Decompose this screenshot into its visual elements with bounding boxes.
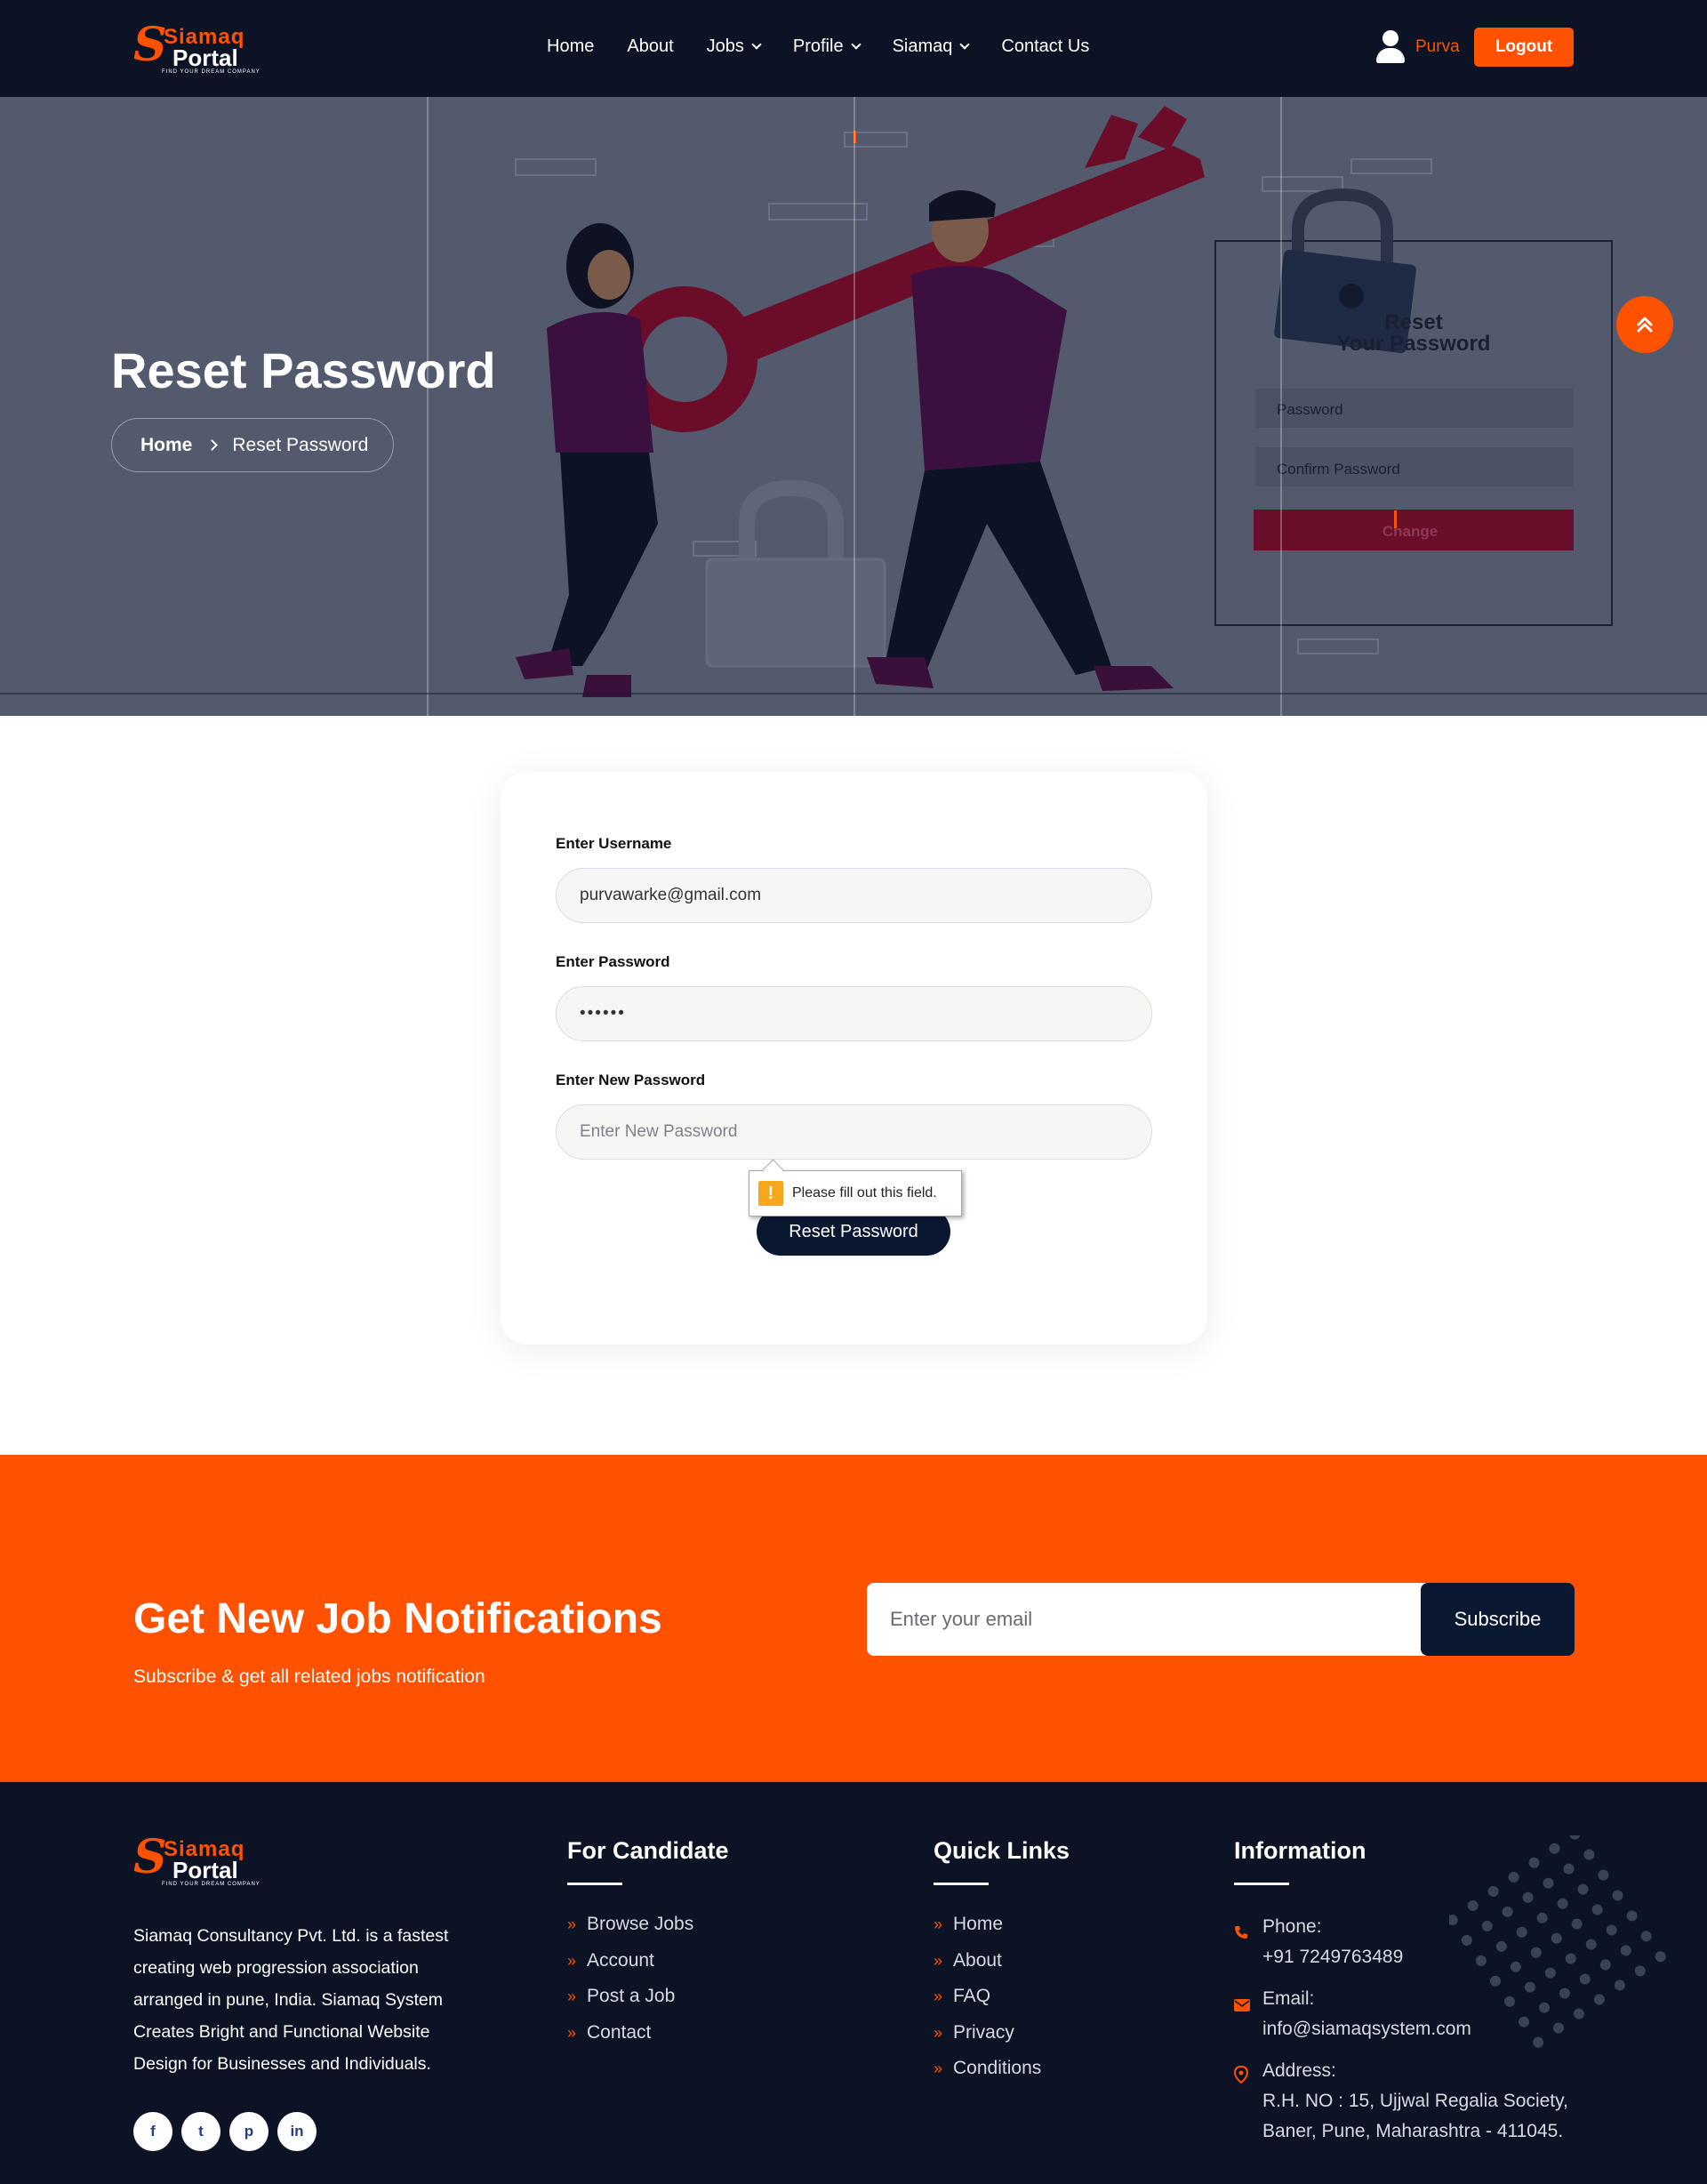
double-chevron-right-icon: » [934,2023,943,2042]
site-footer: S Siamaq Portal FIND YOUR DREAM COMPANY … [0,1782,1707,2184]
footer-candidate-column: For Candidate » Browse Jobs » Account » Pos… [567,1837,729,2058]
title-underline [567,1883,622,1885]
reset-password-card: Enter Username Enter Password Enter New … [501,772,1207,1345]
illustration-password-text: Password [1277,401,1343,418]
twitter-icon[interactable]: t [181,2112,220,2151]
social-links: f t p in [133,2112,317,2151]
footer-quick-links-column: Quick Links » Home » About » FAQ » Privacy »… [934,1837,1070,2094]
site-header: S Siamaq Portal FIND YOUR DREAM COMPANY … [0,0,1707,97]
chevron-down-icon [850,39,862,50]
newsletter-section: Get New Job Notifications Subscribe & ge… [0,1455,1707,1782]
footer-column-title: For Candidate [567,1837,729,1864]
hero-ground-line [0,693,1707,695]
footer-link-post-a-job[interactable]: » Post a Job [567,1986,729,2022]
main-nav: Home About Jobs Profile Siamaq Contact U… [547,36,1122,57]
double-chevron-right-icon: » [934,1951,943,1970]
new-password-field[interactable] [556,1104,1152,1160]
illustration-change-text: Change [1382,523,1438,540]
footer-link-conditions[interactable]: » Conditions [934,2058,1070,2094]
footer-link-browse-jobs[interactable]: » Browse Jobs [567,1914,729,1950]
subscribe-button[interactable]: Subscribe [1421,1583,1575,1656]
footer-link-about[interactable]: » About [934,1950,1070,1987]
footer-address: Address: R.H. NO : 15, Ujjwal Regalia Soc… [1233,2056,1590,2147]
footer-link-account[interactable]: » Account [567,1950,729,1987]
nav-home[interactable]: Home [547,36,594,57]
validation-message: Please fill out this field. [792,1185,937,1200]
hero-divider [854,97,855,716]
hero-divider [427,97,429,716]
password-label: Enter Password [556,953,670,970]
footer-logo[interactable]: S Siamaq Portal FIND YOUR DREAM COMPANY [133,1830,267,1887]
scroll-to-top-button[interactable] [1616,296,1673,353]
hero-divider [1280,97,1282,716]
envelope-icon [1234,1984,1252,2044]
new-password-label: Enter New Password [556,1072,706,1088]
illustration-title-line2: Your Password [1337,332,1491,356]
map-pin-icon [1233,2056,1252,2147]
linkedin-icon[interactable]: in [277,2112,317,2151]
user-icon [1374,30,1406,64]
reset-password-illustration: Reset Your Password Password Confirm Pas… [515,106,1613,697]
breadcrumb: Home Reset Password [111,418,394,472]
double-chevron-right-icon: » [567,1951,577,1970]
decorative-dot-pattern [1449,1835,1666,2048]
double-chevron-right-icon: » [934,1915,943,1933]
password-field[interactable] [556,986,1152,1041]
illustration-title-line1: Reset [1384,310,1442,334]
double-chevron-right-icon: » [934,1987,943,2005]
username-label: Enter Username [556,835,672,852]
chevron-down-icon [751,39,762,50]
double-chevron-right-icon: » [567,2023,577,2042]
breadcrumb-current: Reset Password [232,434,369,455]
page-title: Reset Password [111,342,496,398]
breadcrumb-home-link[interactable]: Home [140,435,192,456]
footer-about-text: Siamaq Consultancy Pvt. Ltd. is a fastes… [133,1926,449,2074]
username-field[interactable] [556,868,1152,923]
newsletter-title: Get New Job Notifications [133,1595,662,1642]
footer-link-privacy[interactable]: » Privacy [934,2022,1070,2059]
double-chevron-right-icon: » [934,2060,943,2077]
chevron-down-icon [959,39,971,50]
footer-link-faq[interactable]: » FAQ [934,1986,1070,2022]
chevron-right-icon [206,439,219,451]
nav-siamaq[interactable]: Siamaq [893,36,971,57]
nav-about[interactable]: About [627,36,673,57]
nav-jobs[interactable]: Jobs [707,36,762,57]
footer-column-title: Quick Links [934,1837,1070,1864]
nav-contact-us[interactable]: Contact Us [1001,36,1089,57]
hero-banner: Reset Your Password Password Confirm Pas… [0,97,1707,716]
double-chevron-right-icon: » [567,1915,577,1933]
nav-profile[interactable]: Profile [793,36,862,57]
newsletter-subtitle: Subscribe & get all related jobs notific… [133,1666,485,1687]
footer-link-home[interactable]: » Home [934,1914,1070,1950]
double-chevron-up-icon [1637,317,1653,333]
footer-link-contact[interactable]: » Contact [567,2022,729,2059]
user-menu[interactable]: Purva [1374,30,1460,64]
logout-button[interactable]: Logout [1474,28,1574,67]
double-chevron-right-icon: » [567,1987,577,2005]
warning-icon: ! [758,1181,783,1206]
illustration-confirm-text: Confirm Password [1277,461,1400,478]
validation-tooltip: ! Please fill out this field. [749,1170,962,1216]
facebook-icon[interactable]: f [133,2112,172,2151]
phone-icon [1234,1912,1252,1972]
pinterest-icon[interactable]: p [229,2112,268,2151]
title-underline [1234,1883,1289,1885]
user-name: Purva [1415,37,1460,56]
newsletter-email-input[interactable] [867,1583,1445,1656]
siamaq-portal-logo[interactable]: S Siamaq Portal FIND YOUR DREAM COMPANY [133,18,267,75]
title-underline [934,1883,989,1885]
